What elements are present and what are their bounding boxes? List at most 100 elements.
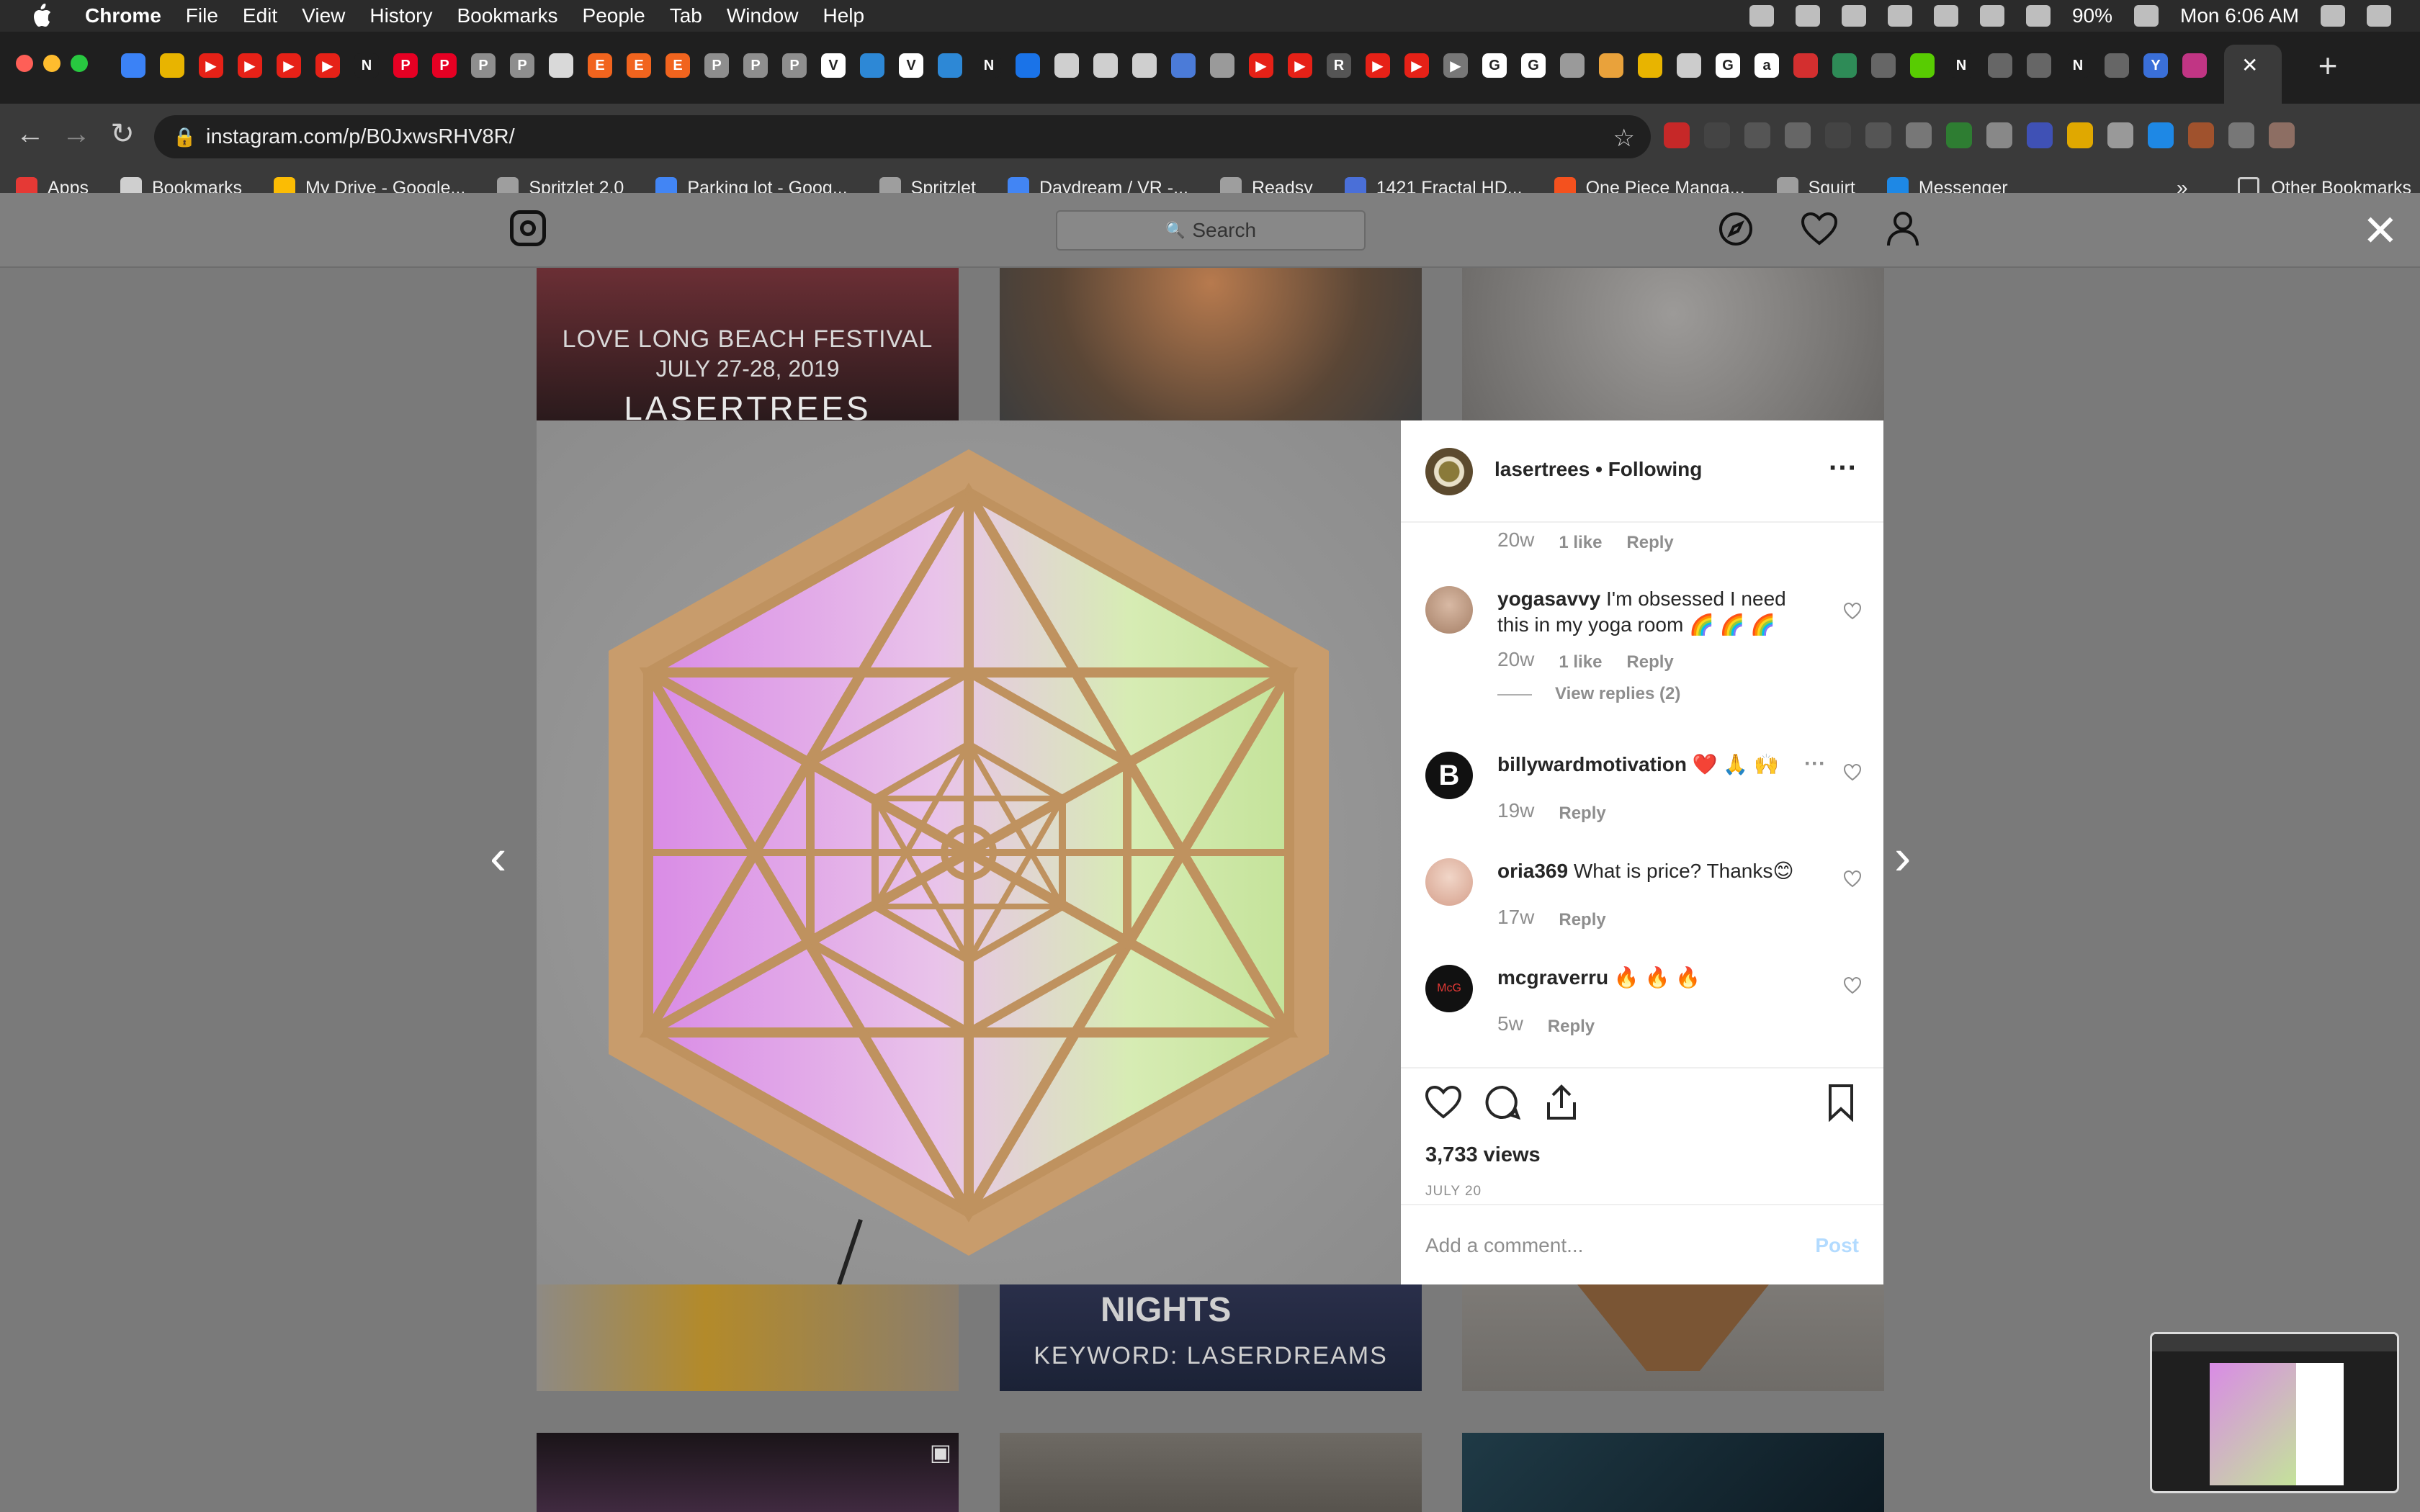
following-label[interactable]: • Following [1595, 458, 1702, 480]
commenter-username[interactable]: yogasavvy [1497, 588, 1600, 610]
reply-button[interactable]: Reply [1626, 652, 1673, 672]
tab-favicon-icon[interactable] [1638, 53, 1662, 78]
tab-close-icon[interactable]: ✕ [2241, 53, 2258, 77]
like-heart-icon[interactable] [1424, 1083, 1463, 1122]
tab-favicon-icon[interactable]: N [1949, 53, 1973, 78]
drive-icon[interactable] [1887, 5, 1912, 27]
commenter-username[interactable]: billywardmotivation [1497, 753, 1687, 775]
author-username[interactable]: lasertrees [1494, 458, 1590, 480]
tab-favicon-icon[interactable]: V [821, 53, 846, 78]
tab-favicon-icon[interactable] [860, 53, 884, 78]
tab-favicon-icon[interactable] [1871, 53, 1896, 78]
tab-favicon-icon[interactable]: E [627, 53, 651, 78]
previous-post-icon[interactable]: ‹ [490, 828, 506, 886]
volume-icon[interactable] [2025, 5, 2051, 27]
menu-edit[interactable]: Edit [243, 4, 277, 27]
minimize-window-icon[interactable] [43, 55, 60, 72]
grid-tile-nights[interactable]: NIGHTS KEYWORD: LASERDREAMS [1000, 1284, 1422, 1391]
extension-icon[interactable] [2107, 122, 2133, 148]
grid-tile-video[interactable]: ▣ [537, 1433, 959, 1512]
extension-icon[interactable] [2027, 122, 2053, 148]
tab-favicon-icon[interactable] [1677, 53, 1701, 78]
menu-tab[interactable]: Tab [670, 4, 702, 27]
reply-button[interactable]: Reply [1559, 804, 1605, 824]
extension-icon[interactable] [2269, 122, 2295, 148]
extension-icon[interactable] [1785, 122, 1811, 148]
view-count[interactable]: 3,733 views [1425, 1143, 1541, 1167]
extension-icon[interactable] [1906, 122, 1932, 148]
tab-favicon-icon[interactable]: P [704, 53, 729, 78]
tab-favicon-icon[interactable] [1793, 53, 1818, 78]
next-post-icon[interactable]: › [1894, 828, 1911, 886]
commenter-username[interactable]: oria369 [1497, 860, 1568, 882]
tab-favicon-icon[interactable]: P [510, 53, 534, 78]
menu-view[interactable]: View [302, 4, 345, 27]
tab-favicon-icon[interactable] [1016, 53, 1040, 78]
extension-icon[interactable] [1664, 122, 1690, 148]
forward-icon[interactable]: → [55, 112, 98, 156]
tab-favicon-icon[interactable] [1910, 53, 1935, 78]
menu-help[interactable]: Help [823, 4, 864, 27]
tab-favicon-icon[interactable]: ▶ [1249, 53, 1273, 78]
commenter-avatar[interactable] [1425, 858, 1473, 906]
comment-input[interactable]: Add a comment... [1425, 1234, 1583, 1257]
share-icon[interactable] [1542, 1083, 1581, 1122]
activity-heart-icon[interactable] [1799, 209, 1839, 249]
comment-likes[interactable]: 1 like [1559, 533, 1602, 553]
instagram-search-input[interactable]: 🔍 Search [1056, 210, 1366, 251]
tab-favicon-icon[interactable] [1599, 53, 1623, 78]
comment-time[interactable]: 20w [1497, 528, 1534, 553]
tab-favicon-icon[interactable]: E [666, 53, 690, 78]
post-image[interactable] [537, 420, 1401, 1284]
tab-favicon-icon[interactable]: R [1327, 53, 1351, 78]
tab-favicon-icon[interactable] [938, 53, 962, 78]
grid-tile-pendant[interactable] [1000, 1433, 1422, 1512]
extension-icon[interactable] [2228, 122, 2254, 148]
extension-icon[interactable] [1865, 122, 1891, 148]
commenter-avatar[interactable]: B [1425, 752, 1473, 799]
grid-tile-yellow-dress[interactable] [537, 1284, 959, 1391]
tab-favicon-icon[interactable] [1988, 53, 2012, 78]
tab-favicon-icon[interactable]: P [743, 53, 768, 78]
extension-icon[interactable] [1825, 122, 1851, 148]
reply-button[interactable]: Reply [1548, 1017, 1595, 1037]
back-icon[interactable]: ← [9, 112, 52, 156]
menu-history[interactable]: History [369, 4, 432, 27]
menu-file[interactable]: File [186, 4, 218, 27]
commenter-avatar[interactable]: McG [1425, 965, 1473, 1012]
docker-icon[interactable] [1795, 5, 1820, 27]
tab-favicon-icon[interactable] [1093, 53, 1118, 78]
close-window-icon[interactable] [16, 55, 33, 72]
extension-icon[interactable] [1946, 122, 1972, 148]
tab-favicon-icon[interactable] [160, 53, 184, 78]
tab-favicon-icon[interactable]: Y [2143, 53, 2168, 78]
grid-tile-festival[interactable]: LOVE LONG BEACH FESTIVAL JULY 27-28, 201… [537, 268, 959, 420]
comment-time[interactable]: 20w [1497, 648, 1534, 672]
tab-favicon-icon[interactable]: P [432, 53, 457, 78]
extension-icon[interactable] [1704, 122, 1730, 148]
tab-favicon-icon[interactable]: ▶ [238, 53, 262, 78]
spotlight-icon[interactable] [2321, 5, 2345, 27]
tab-favicon-icon[interactable] [1210, 53, 1234, 78]
grid-tile-laser[interactable] [1462, 1433, 1884, 1512]
tab-favicon-icon[interactable] [1560, 53, 1585, 78]
extension-icon[interactable] [2148, 122, 2174, 148]
grid-tile-octopus[interactable] [1462, 268, 1884, 420]
profile-icon[interactable] [1883, 209, 1923, 249]
reply-button[interactable]: Reply [1626, 533, 1673, 553]
tab-favicon-icon[interactable]: ▶ [315, 53, 340, 78]
tab-favicon-icon[interactable]: E [588, 53, 612, 78]
clock[interactable]: Mon 6:06 AM [2180, 4, 2299, 27]
zoom-window-icon[interactable] [71, 55, 88, 72]
active-tab[interactable]: ✕ [2224, 45, 2282, 104]
tab-favicon-icon[interactable] [1171, 53, 1196, 78]
view-replies-button[interactable]: View replies (2) [1555, 684, 1680, 704]
commenter-username[interactable]: mcgraverru [1497, 966, 1608, 989]
tab-favicon-icon[interactable] [121, 53, 145, 78]
tab-favicon-icon[interactable]: P [393, 53, 418, 78]
post-comment-button[interactable]: Post [1815, 1234, 1859, 1257]
tab-favicon-icon[interactable] [2105, 53, 2129, 78]
close-modal-icon[interactable]: ✕ [2362, 206, 2398, 256]
tab-favicon-icon[interactable]: ▶ [1366, 53, 1390, 78]
extension-icon[interactable] [2188, 122, 2214, 148]
